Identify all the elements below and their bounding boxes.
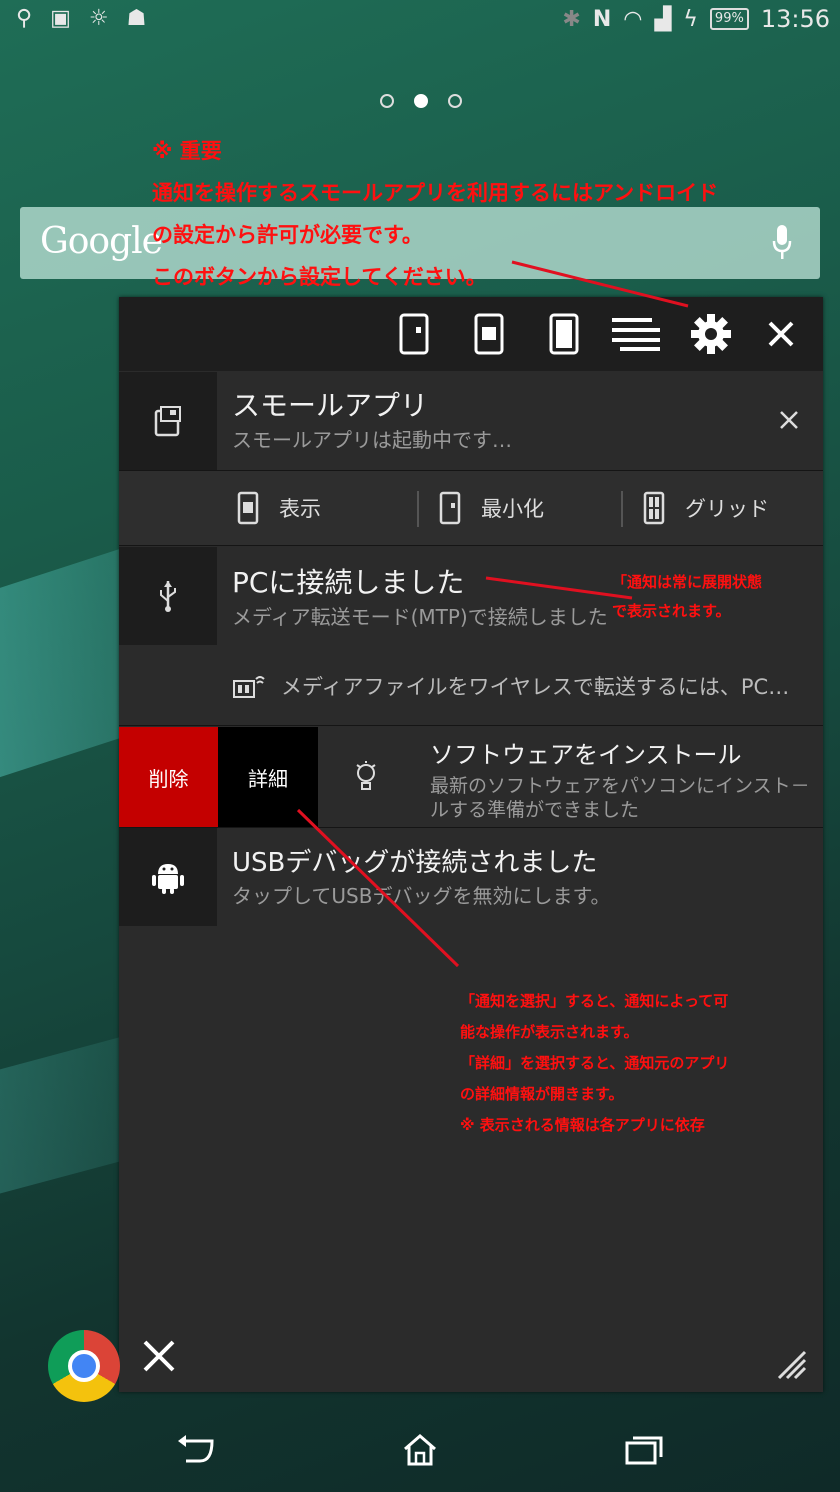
navigation-bar bbox=[0, 1402, 840, 1492]
close-icon[interactable] bbox=[756, 309, 806, 359]
grid-icon bbox=[643, 491, 665, 525]
close-window-icon[interactable] bbox=[139, 1336, 179, 1376]
usb-icon bbox=[119, 547, 217, 645]
action-label: グリッド bbox=[685, 497, 769, 521]
page-dot[interactable] bbox=[448, 94, 462, 108]
delete-button[interactable]: 削除 bbox=[119, 727, 218, 827]
notification-subtitle: スモールアプリは起動中です… bbox=[232, 428, 512, 452]
annotation-line: の詳細情報が開きます。 bbox=[460, 1085, 624, 1103]
small-app-window[interactable]: スモールアプリ スモールアプリは起動中です… 表示 最小化 グリッド PCに接続… bbox=[119, 297, 823, 1392]
page-dot-active[interactable] bbox=[414, 94, 428, 108]
minimize-icon bbox=[439, 491, 461, 525]
view-icon bbox=[237, 491, 259, 525]
lightbulb-icon: ☼ bbox=[88, 6, 109, 31]
lightbulb-icon bbox=[355, 761, 377, 797]
action-minimize-button[interactable]: 最小化 bbox=[439, 471, 544, 545]
bluetooth-icon: ✱ bbox=[562, 6, 581, 32]
page-dot[interactable] bbox=[380, 94, 394, 108]
annotation-line: 能な操作が表示されます。 bbox=[460, 1023, 639, 1041]
status-bar: ⚲ ▣ ☼ ☗ ✱ N ◠ ▟ ϟ 99% 13:56 bbox=[0, 0, 840, 40]
small-app-icon bbox=[119, 372, 217, 470]
chrome-app-icon[interactable] bbox=[48, 1330, 120, 1402]
view-medium-icon[interactable] bbox=[464, 309, 514, 359]
small-app-actions: 表示 最小化 グリッド bbox=[119, 471, 823, 545]
resize-handle-icon[interactable] bbox=[773, 1346, 807, 1380]
view-small-icon[interactable] bbox=[389, 309, 439, 359]
small-app-icon: ▣ bbox=[50, 6, 71, 31]
wireless-transfer-icon bbox=[232, 671, 266, 703]
notification-detail-text: メディアファイルをワイヤレスで転送するには、PC… bbox=[281, 675, 790, 699]
android-icon: ☗ bbox=[126, 6, 147, 31]
notification-pc-detail[interactable]: メディアファイルをワイヤレスで転送するには、PC… bbox=[119, 645, 823, 725]
action-label: 表示 bbox=[279, 497, 321, 521]
notification-subtitle: メディア転送モード(MTP)で接続しました bbox=[232, 605, 608, 629]
signal-icon: ▟ bbox=[654, 6, 672, 32]
annotation-details: 「通知を選択」すると、通知によって可 能な操作が表示されます。 「詳細」を選択す… bbox=[460, 986, 729, 1141]
wifi-icon: ◠ bbox=[623, 6, 643, 32]
notification-subtitle: 最新のソフトウェアをパソコンにインスト－ bbox=[430, 775, 810, 797]
menu-icon[interactable] bbox=[611, 309, 661, 359]
view-large-icon[interactable] bbox=[539, 309, 589, 359]
notification-subtitle: ルする準備ができました bbox=[430, 799, 640, 821]
notification-small-app[interactable]: スモールアプリ スモールアプリは起動中です… bbox=[119, 372, 823, 470]
usb-icon: ⚲ bbox=[16, 6, 33, 31]
annotation-expanded: 「通知は常に展開状態 で表示されます。 bbox=[612, 568, 762, 626]
window-toolbar bbox=[119, 297, 823, 371]
android-icon bbox=[119, 828, 217, 926]
annotation-line: で表示されます。 bbox=[612, 602, 731, 620]
details-button[interactable]: 詳細 bbox=[218, 727, 318, 827]
action-show-button[interactable]: 表示 bbox=[237, 471, 321, 545]
notification-title: ソフトウェアをインストール bbox=[430, 741, 742, 769]
notification-title: USBデバッグが接続されました bbox=[232, 848, 598, 878]
clock: 13:56 bbox=[760, 5, 830, 33]
notification-subtitle: タップしてUSBデバッグを無効にします。 bbox=[232, 884, 611, 908]
page-indicator bbox=[380, 94, 462, 108]
annotation-line: ※ 重要 bbox=[152, 139, 222, 163]
annotation-line: ※ 表示される情報は各アプリに依存 bbox=[460, 1116, 705, 1134]
annotation-line: このボタンから設定してください。 bbox=[152, 265, 487, 289]
annotation-line: 「詳細」を選択すると、通知元のアプリ bbox=[460, 1054, 730, 1072]
back-icon[interactable] bbox=[166, 1430, 226, 1470]
microphone-icon[interactable] bbox=[772, 223, 792, 263]
annotation-line: 「通知を選択」すると、通知によって可 bbox=[460, 992, 729, 1010]
notification-software-install[interactable]: 削除 詳細 ソフトウェアをインストール 最新のソフトウェアをパソコンにインスト－… bbox=[119, 727, 823, 827]
annotation-settings: ※ 重要 通知を操作するスモールアプリを利用するにはアンドロイド の設定から許可… bbox=[152, 130, 718, 298]
action-label: 最小化 bbox=[481, 497, 544, 521]
dismiss-icon[interactable] bbox=[779, 410, 799, 434]
google-logo: Google bbox=[40, 221, 163, 262]
annotation-line: 「通知は常に展開状態 bbox=[612, 573, 763, 591]
annotation-line: の設定から許可が必要です。 bbox=[152, 223, 423, 247]
nfc-icon: N bbox=[592, 6, 612, 32]
battery-indicator: 99% bbox=[709, 8, 749, 30]
action-grid-button[interactable]: グリッド bbox=[643, 471, 769, 545]
notification-title: PCに接続しました bbox=[232, 566, 465, 599]
annotation-line: 通知を操作するスモールアプリを利用するにはアンドロイド bbox=[152, 181, 719, 205]
recent-apps-icon[interactable] bbox=[614, 1430, 674, 1470]
home-icon[interactable] bbox=[390, 1430, 450, 1470]
charging-icon: ϟ bbox=[683, 6, 698, 32]
notification-usb-debugging[interactable]: USBデバッグが接続されました タップしてUSBデバッグを無効にします。 bbox=[119, 828, 823, 926]
notification-title: スモールアプリ bbox=[232, 389, 429, 422]
settings-gear-icon[interactable] bbox=[686, 309, 736, 359]
